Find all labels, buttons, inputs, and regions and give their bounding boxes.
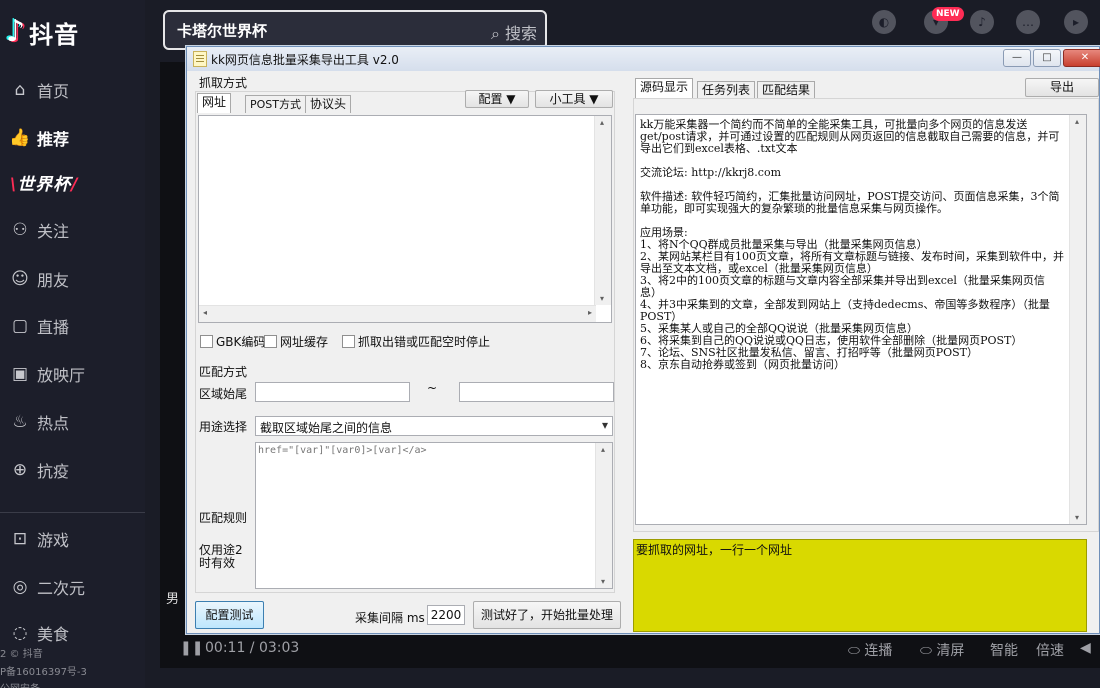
hint-text: 要抓取的网址，一行一个网址 [636, 543, 793, 557]
nav-item-friends[interactable]: ☺ 朋友 [0, 259, 145, 299]
interval-label: 采集间隔 ms [355, 611, 425, 625]
footer-icp[interactable]: P备16016397号-3 [0, 663, 87, 678]
hint-box: 要抓取的网址，一行一个网址 [633, 539, 1087, 632]
range-tilde: ~ [427, 381, 438, 395]
douyin-logo[interactable]: ♪ 抖音 [6, 14, 79, 50]
usage-label: 用途选择 [199, 420, 248, 434]
stop-on-error-checkbox[interactable]: 抓取出错或匹配空时停止 [342, 333, 490, 350]
rule-textarea[interactable]: href="[var]"[var0]>[var]</a> [255, 442, 613, 589]
footer-copyright: 2 © 抖音 [0, 649, 43, 660]
title-bar[interactable]: kk网页信息批量采集导出工具 v2.0 — □ ✕ [187, 47, 1100, 71]
usage-select[interactable]: 截取区域始尾之间的信息 [255, 416, 613, 436]
video-caption: 男 [166, 592, 180, 607]
tab-match-results[interactable]: 匹配结果 [757, 81, 816, 99]
fire-icon: ♨ [12, 412, 28, 432]
message-icon[interactable]: … [1016, 10, 1040, 34]
nav-item-hot[interactable]: ♨ 热点 [0, 402, 145, 442]
friends-icon: ☺ [11, 269, 29, 289]
tools-dropdown-button[interactable]: 小工具 ▼ [535, 90, 613, 108]
range-start-input[interactable] [255, 382, 410, 402]
url-list-vscroll[interactable] [594, 116, 611, 305]
video-time: 00:11 / 03:03 [205, 640, 300, 656]
url-list-textarea[interactable] [198, 115, 612, 323]
shield-plus-icon: ⊕ [12, 460, 28, 480]
autoplay-toggle[interactable]: ⬭ 连播 [848, 640, 892, 660]
anime-icon: ◎ [12, 577, 28, 597]
speed-button[interactable]: 倍速 [1036, 640, 1064, 660]
sidebar-divider [0, 512, 145, 513]
clear-screen-toggle[interactable]: ⬭ 清屏 [920, 640, 964, 660]
volume-icon[interactable]: ◀ [1080, 640, 1091, 656]
source-textarea[interactable]: kk万能采集器一个简约而不简单的全能采集工具，可批量向多个网页的信息发送get/… [635, 114, 1087, 525]
tab-post[interactable]: POST方式 [245, 95, 306, 113]
maximize-button[interactable]: □ [1033, 49, 1061, 67]
live-icon: ▢ [11, 316, 29, 336]
rule-vscroll[interactable] [595, 443, 612, 588]
rule-text: href="[var]"[var0]>[var]</a> [258, 445, 427, 456]
upload-icon[interactable]: ▸ [1064, 10, 1088, 34]
nav-item-cinema[interactable]: ▣ 放映厅 [0, 354, 145, 394]
user-plus-icon: ⚇ [12, 220, 28, 240]
search-input[interactable]: 卡塔尔世界杯 [177, 20, 267, 41]
tab-url[interactable]: 网址 [197, 93, 232, 113]
nav-item-epidemic[interactable]: ⊕ 抗疫 [0, 450, 145, 490]
footer-police[interactable]: 公网安备 [0, 680, 40, 688]
new-badge: NEW [932, 7, 964, 21]
start-batch-button[interactable]: 测试好了，开始批量处理 [473, 601, 621, 629]
food-icon: ◌ [12, 623, 28, 643]
gamepad-icon: ⊡ [12, 529, 28, 549]
quality-button[interactable]: 智能 [990, 640, 1018, 660]
notepad-icon [193, 51, 207, 67]
bell-icon[interactable]: ♪ [970, 10, 994, 34]
nav-item-games[interactable]: ⊡ 游戏 [0, 519, 145, 559]
range-end-input[interactable] [459, 382, 614, 402]
tv-icon: ▣ [11, 364, 29, 384]
url-cache-checkbox[interactable]: 网址缓存 [264, 333, 328, 350]
nav-item-follow[interactable]: ⚇ 关注 [0, 210, 145, 250]
range-label: 区域始尾 [199, 387, 248, 401]
worldcup-banner[interactable]: \世界杯/ [10, 170, 78, 195]
interval-input[interactable]: 2200 [427, 605, 465, 625]
window-title: kk网页信息批量采集导出工具 v2.0 [211, 53, 399, 67]
source-vscroll[interactable] [1069, 115, 1086, 524]
kk-window: kk网页信息批量采集导出工具 v2.0 — □ ✕ 抓取方式 网址 POST方式… [186, 46, 1100, 634]
nav-item-home[interactable]: ⌂ 首页 [0, 70, 145, 110]
close-button[interactable]: ✕ [1063, 49, 1100, 67]
cooperate-icon[interactable]: ◐ [872, 10, 896, 34]
source-text: kk万能采集器一个简约而不简单的全能采集工具，可批量向多个网页的信息发送get/… [640, 118, 1064, 371]
export-button[interactable]: 导出 [1025, 78, 1099, 97]
minimize-button[interactable]: — [1003, 49, 1031, 67]
thumb-icon: 👍 [9, 128, 31, 148]
gbk-checkbox[interactable]: GBK编码 [200, 333, 265, 350]
home-icon: ⌂ [14, 80, 26, 100]
tab-tasks[interactable]: 任务列表 [697, 81, 756, 99]
nav-item-anime[interactable]: ◎ 二次元 [0, 567, 145, 607]
douyin-sidebar: ♪ 抖音 ⌂ 首页 👍 推荐 \世界杯/ ⚇ 关注 ☺ 朋友 ▢ 直播 ▣ 放映厅 ♨ 热点 … [0, 0, 145, 688]
test-config-button[interactable]: 配置测试 [195, 601, 264, 629]
tab-source[interactable]: 源码显示 [635, 78, 694, 98]
nav-item-recommend[interactable]: 👍 推荐 [0, 118, 145, 158]
url-list-hscroll[interactable] [199, 305, 596, 322]
nav-item-live[interactable]: ▢ 直播 [0, 306, 145, 346]
rule-note: 仅用途2时有效 [199, 543, 243, 570]
douyin-logo-text: 抖音 [29, 20, 80, 49]
pause-icon[interactable]: ❚❚ [180, 640, 203, 656]
search-button[interactable]: ⌕ 搜索 [491, 20, 537, 44]
douyin-search-box[interactable]: 卡塔尔世界杯 ⌕ 搜索 [163, 10, 547, 50]
match-group-label: 匹配方式 [199, 365, 248, 379]
config-dropdown-button[interactable]: 配置 ▼ [465, 90, 529, 108]
tab-headers[interactable]: 协议头 [305, 95, 352, 113]
fetch-group-label: 抓取方式 [199, 76, 248, 90]
douyin-note-icon: ♪ [6, 14, 26, 49]
rule-label: 匹配规则 [199, 511, 248, 525]
